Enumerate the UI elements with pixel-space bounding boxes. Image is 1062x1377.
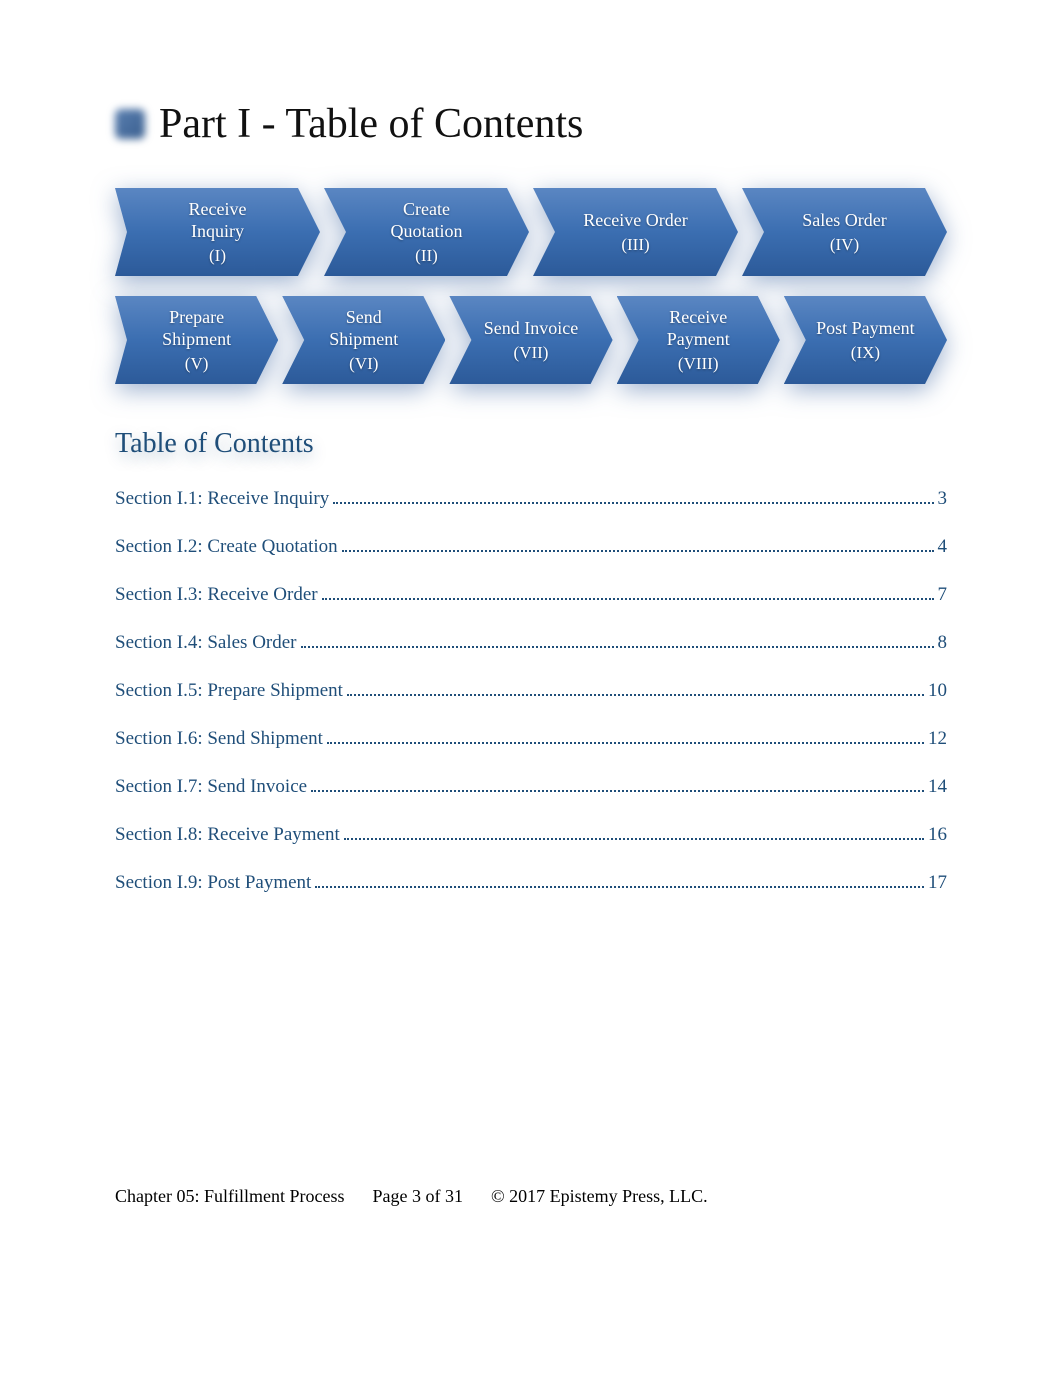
toc-entry-title: Section I.3: Receive Order [115,584,318,606]
process-step-roman: (VI) [349,353,378,374]
process-step-roman: (II) [415,245,438,266]
process-step-label: Receive Payment [667,306,730,351]
toc-entry-page: 16 [928,824,947,846]
toc-entry-title: Section I.7: Send Invoice [115,776,307,798]
toc-leader-dots [301,638,934,648]
toc-list: Section I.1: Receive Inquiry 3 Section I… [115,488,947,894]
footer-copyright: © 2017 Epistemy Press, LLC. [491,1186,708,1207]
process-step-label: Send Invoice [484,317,578,340]
toc-entry-title: Section I.8: Receive Payment [115,824,340,846]
toc-leader-dots [347,686,924,696]
process-step-label: Post Payment [816,317,915,340]
process-step-roman: (V) [185,353,209,374]
toc-entry-page: 3 [938,488,948,510]
page-footer: Chapter 05: Fulfillment Process Page 3 o… [115,1186,947,1207]
process-flow: Receive Inquiry (I) Create Quotation (II… [115,188,947,384]
toc-entry-page: 17 [928,872,947,894]
process-step-roman: (IX) [851,342,880,363]
process-step-send-shipment: Send Shipment (VI) [282,296,445,384]
toc-entry-page: 12 [928,728,947,750]
process-step-label: Sales Order [802,209,886,232]
footer-chapter: Chapter 05: Fulfillment Process [115,1186,344,1207]
process-step-send-invoice: Send Invoice (VII) [449,296,612,384]
footer-page-number: Page 3 of 31 [372,1186,462,1207]
toc-entry[interactable]: Section I.6: Send Shipment 12 [115,728,947,750]
toc-entry[interactable]: Section I.1: Receive Inquiry 3 [115,488,947,510]
section-bullet-icon [115,109,145,139]
process-row-2: Prepare Shipment (V) Send Shipment (VI) … [115,296,947,384]
process-step-receive-order: Receive Order (III) [533,188,738,276]
process-step-label: Create Quotation [391,198,463,243]
process-step-label: Prepare Shipment [162,306,231,351]
process-step-create-quotation: Create Quotation (II) [324,188,529,276]
toc-entry-page: 8 [938,632,948,654]
process-step-prepare-shipment: Prepare Shipment (V) [115,296,278,384]
process-step-roman: (III) [621,234,649,255]
toc-entry-page: 14 [928,776,947,798]
heading-row: Part I - Table of Contents [115,100,947,148]
toc-leader-dots [322,590,934,600]
process-step-label: Receive Inquiry [189,198,247,243]
toc-leader-dots [311,782,924,792]
toc-leader-dots [333,494,933,504]
process-step-roman: (VIII) [678,353,719,374]
toc-heading: Table of Contents [115,428,947,460]
toc-leader-dots [315,878,924,888]
process-step-receive-inquiry: Receive Inquiry (I) [115,188,320,276]
toc-entry-title: Section I.6: Send Shipment [115,728,323,750]
toc-entry[interactable]: Section I.9: Post Payment 17 [115,872,947,894]
toc-entry-title: Section I.1: Receive Inquiry [115,488,329,510]
process-step-label: Send Shipment [329,306,398,351]
toc-entry-title: Section I.4: Sales Order [115,632,297,654]
toc-entry-title: Section I.5: Prepare Shipment [115,680,343,702]
toc-entry[interactable]: Section I.5: Prepare Shipment 10 [115,680,947,702]
process-step-post-payment: Post Payment (IX) [784,296,947,384]
process-step-roman: (IV) [830,234,859,255]
toc-leader-dots [327,734,924,744]
toc-entry-page: 7 [938,584,948,606]
toc-entry-title: Section I.2: Create Quotation [115,536,338,558]
toc-entry-page: 10 [928,680,947,702]
toc-leader-dots [344,830,924,840]
process-step-roman: (I) [209,245,226,266]
toc-entry[interactable]: Section I.3: Receive Order 7 [115,584,947,606]
toc-entry[interactable]: Section I.4: Sales Order 8 [115,632,947,654]
process-step-label: Receive Order [583,209,687,232]
toc-entry-title: Section I.9: Post Payment [115,872,311,894]
toc-entry[interactable]: Section I.2: Create Quotation 4 [115,536,947,558]
process-step-sales-order: Sales Order (IV) [742,188,947,276]
toc-entry[interactable]: Section I.8: Receive Payment 16 [115,824,947,846]
process-step-receive-payment: Receive Payment (VIII) [617,296,780,384]
process-step-roman: (VII) [514,342,549,363]
toc-leader-dots [342,542,934,552]
toc-entry-page: 4 [938,536,948,558]
toc-entry[interactable]: Section I.7: Send Invoice 14 [115,776,947,798]
document-page: Part I - Table of Contents Receive Inqui… [0,0,1062,1377]
process-row-1: Receive Inquiry (I) Create Quotation (II… [115,188,947,276]
page-title: Part I - Table of Contents [159,100,583,148]
